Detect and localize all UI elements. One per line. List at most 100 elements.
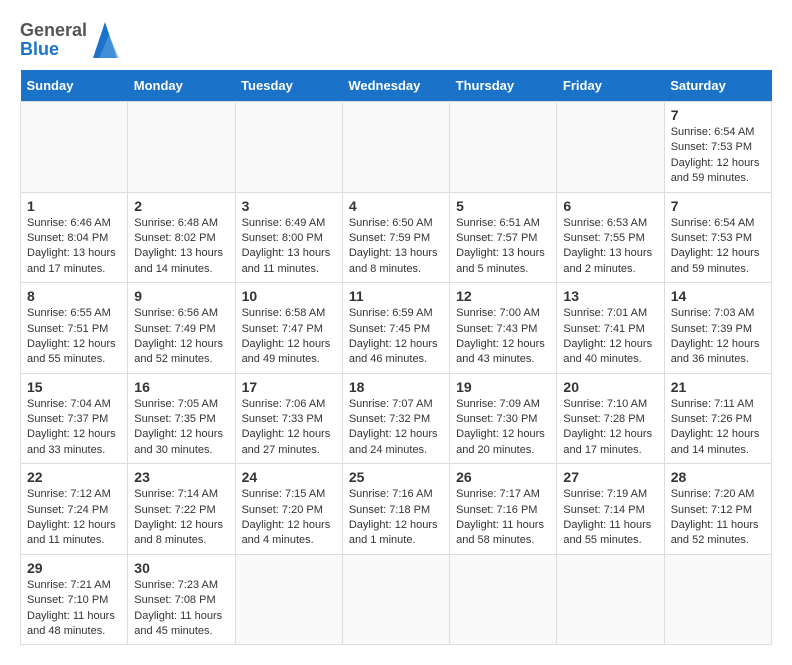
cell-text: Sunrise: 6:51 AMSunset: 7:57 PMDaylight:… xyxy=(456,217,545,275)
calendar-table: SundayMondayTuesdayWednesdayThursdayFrid… xyxy=(20,70,772,645)
cell-text: Sunrise: 7:04 AMSunset: 7:37 PMDaylight:… xyxy=(27,398,116,456)
col-header-monday: Monday xyxy=(128,70,235,102)
calendar-cell: 1 Sunrise: 6:46 AMSunset: 8:04 PMDaylight… xyxy=(21,192,128,283)
calendar-cell xyxy=(450,102,557,193)
cell-text: Sunrise: 7:23 AMSunset: 7:08 PMDaylight:… xyxy=(134,579,222,637)
day-number: 3 xyxy=(242,198,336,214)
cell-text: Sunrise: 6:58 AMSunset: 7:47 PMDaylight:… xyxy=(242,307,331,365)
logo-sail-icon xyxy=(89,20,121,60)
calendar-cell: 18Sunrise: 7:07 AMSunset: 7:32 PMDayligh… xyxy=(342,373,449,464)
day-number: 16 xyxy=(134,379,228,395)
day-number: 1 xyxy=(27,198,121,214)
cell-text: Sunrise: 7:09 AMSunset: 7:30 PMDaylight:… xyxy=(456,398,545,456)
calendar-cell: 7 Sunrise: 6:54 AMSunset: 7:53 PMDaylight… xyxy=(664,192,771,283)
day-number: 20 xyxy=(563,379,657,395)
cell-text: Sunrise: 6:54 AMSunset: 7:53 PMDaylight:… xyxy=(671,126,760,184)
calendar-cell: 17 Sunrise: 7:06 AMSunset: 7:33 PMDayligh… xyxy=(235,373,342,464)
cell-text: Sunrise: 7:10 AMSunset: 7:28 PMDaylight:… xyxy=(563,398,652,456)
calendar-cell: 9Sunrise: 6:56 AMSunset: 7:49 PMDaylight… xyxy=(128,283,235,374)
calendar-cell xyxy=(235,554,342,645)
calendar-cell: 26Sunrise: 7:17 AMSunset: 7:16 PMDayligh… xyxy=(450,464,557,555)
calendar-cell: 24Sunrise: 7:15 AMSunset: 7:20 PMDayligh… xyxy=(235,464,342,555)
day-number: 12 xyxy=(456,288,550,304)
cell-text: Sunrise: 7:07 AMSunset: 7:32 PMDaylight:… xyxy=(349,398,438,456)
cell-text: Sunrise: 6:50 AMSunset: 7:59 PMDaylight:… xyxy=(349,217,438,275)
cell-text: Sunrise: 6:49 AMSunset: 8:00 PMDaylight:… xyxy=(242,217,331,275)
calendar-cell: 14Sunrise: 7:03 AMSunset: 7:39 PMDayligh… xyxy=(664,283,771,374)
cell-text: Sunrise: 7:12 AMSunset: 7:24 PMDaylight:… xyxy=(27,488,116,546)
cell-text: Sunrise: 7:15 AMSunset: 7:20 PMDaylight:… xyxy=(242,488,331,546)
week-row-2: 1 Sunrise: 6:46 AMSunset: 8:04 PMDaylight… xyxy=(21,192,772,283)
col-header-wednesday: Wednesday xyxy=(342,70,449,102)
calendar-cell: 2 Sunrise: 6:48 AMSunset: 8:02 PMDaylight… xyxy=(128,192,235,283)
cell-text: Sunrise: 7:17 AMSunset: 7:16 PMDaylight:… xyxy=(456,488,544,546)
col-header-sunday: Sunday xyxy=(21,70,128,102)
logo-general-text: General xyxy=(20,20,87,41)
logo-blue-text: Blue xyxy=(20,39,59,60)
day-number: 11 xyxy=(349,288,443,304)
cell-text: Sunrise: 7:05 AMSunset: 7:35 PMDaylight:… xyxy=(134,398,223,456)
day-number: 15 xyxy=(27,379,121,395)
header: General Blue xyxy=(20,20,772,60)
cell-text: Sunrise: 6:48 AMSunset: 8:02 PMDaylight:… xyxy=(134,217,223,275)
day-number: 2 xyxy=(134,198,228,214)
cell-text: Sunrise: 6:53 AMSunset: 7:55 PMDaylight:… xyxy=(563,217,652,275)
calendar-cell xyxy=(342,102,449,193)
calendar-cell xyxy=(235,102,342,193)
week-row-6: 29 Sunrise: 7:21 AMSunset: 7:10 PMDayligh… xyxy=(21,554,772,645)
cell-text: Sunrise: 6:46 AMSunset: 8:04 PMDaylight:… xyxy=(27,217,116,275)
week-row-3: 8Sunrise: 6:55 AMSunset: 7:51 PMDaylight… xyxy=(21,283,772,374)
calendar-cell xyxy=(557,554,664,645)
calendar-cell: 28Sunrise: 7:20 AMSunset: 7:12 PMDayligh… xyxy=(664,464,771,555)
cell-text: Sunrise: 7:06 AMSunset: 7:33 PMDaylight:… xyxy=(242,398,331,456)
day-number: 9 xyxy=(134,288,228,304)
calendar-cell: 27 Sunrise: 7:19 AMSunset: 7:14 PMDayligh… xyxy=(557,464,664,555)
calendar-cell: 22 Sunrise: 7:12 AMSunset: 7:24 PMDayligh… xyxy=(21,464,128,555)
col-header-thursday: Thursday xyxy=(450,70,557,102)
cell-text: Sunrise: 7:01 AMSunset: 7:41 PMDaylight:… xyxy=(563,307,652,365)
day-number: 17 xyxy=(242,379,336,395)
day-number: 21 xyxy=(671,379,765,395)
day-number: 30 xyxy=(134,560,228,576)
calendar-cell xyxy=(664,554,771,645)
header-row: SundayMondayTuesdayWednesdayThursdayFrid… xyxy=(21,70,772,102)
calendar-cell xyxy=(557,102,664,193)
calendar-cell xyxy=(342,554,449,645)
calendar-cell: 13Sunrise: 7:01 AMSunset: 7:41 PMDayligh… xyxy=(557,283,664,374)
calendar-cell: 5Sunrise: 6:51 AMSunset: 7:57 PMDaylight… xyxy=(450,192,557,283)
cell-text: Sunrise: 6:55 AMSunset: 7:51 PMDaylight:… xyxy=(27,307,116,365)
calendar-cell: 30 Sunrise: 7:23 AMSunset: 7:08 PMDayligh… xyxy=(128,554,235,645)
cell-text: Sunrise: 7:19 AMSunset: 7:14 PMDaylight:… xyxy=(563,488,651,546)
cell-text: Sunrise: 7:16 AMSunset: 7:18 PMDaylight:… xyxy=(349,488,438,546)
cell-text: Sunrise: 7:21 AMSunset: 7:10 PMDaylight:… xyxy=(27,579,115,637)
day-number: 6 xyxy=(563,198,657,214)
calendar-cell xyxy=(450,554,557,645)
day-number: 29 xyxy=(27,560,121,576)
day-number: 23 xyxy=(134,469,228,485)
cell-text: Sunrise: 6:59 AMSunset: 7:45 PMDaylight:… xyxy=(349,307,438,365)
cell-text: Sunrise: 7:00 AMSunset: 7:43 PMDaylight:… xyxy=(456,307,545,365)
calendar-cell: 6 Sunrise: 6:53 AMSunset: 7:55 PMDaylight… xyxy=(557,192,664,283)
col-header-tuesday: Tuesday xyxy=(235,70,342,102)
calendar-cell: 10Sunrise: 6:58 AMSunset: 7:47 PMDayligh… xyxy=(235,283,342,374)
cell-text: Sunrise: 6:54 AMSunset: 7:53 PMDaylight:… xyxy=(671,217,760,275)
calendar-cell: 12 Sunrise: 7:00 AMSunset: 7:43 PMDayligh… xyxy=(450,283,557,374)
calendar-cell xyxy=(21,102,128,193)
calendar-cell: 20 Sunrise: 7:10 AMSunset: 7:28 PMDayligh… xyxy=(557,373,664,464)
calendar-cell: 23 Sunrise: 7:14 AMSunset: 7:22 PMDayligh… xyxy=(128,464,235,555)
day-number: 22 xyxy=(27,469,121,485)
week-row-5: 22 Sunrise: 7:12 AMSunset: 7:24 PMDayligh… xyxy=(21,464,772,555)
calendar-cell: 15 Sunrise: 7:04 AMSunset: 7:37 PMDayligh… xyxy=(21,373,128,464)
day-number: 7 xyxy=(671,198,765,214)
calendar-cell: 4Sunrise: 6:50 AMSunset: 7:59 PMDaylight… xyxy=(342,192,449,283)
cell-text: Sunrise: 7:11 AMSunset: 7:26 PMDaylight:… xyxy=(671,398,760,456)
cell-text: Sunrise: 7:20 AMSunset: 7:12 PMDaylight:… xyxy=(671,488,759,546)
week-row-1: 7 Sunrise: 6:54 AMSunset: 7:53 PMDaylight… xyxy=(21,102,772,193)
day-number: 27 xyxy=(563,469,657,485)
calendar-cell: 21 Sunrise: 7:11 AMSunset: 7:26 PMDayligh… xyxy=(664,373,771,464)
calendar-cell xyxy=(128,102,235,193)
cell-text: Sunrise: 7:03 AMSunset: 7:39 PMDaylight:… xyxy=(671,307,760,365)
day-number: 7 xyxy=(671,107,765,123)
calendar-cell: 7 Sunrise: 6:54 AMSunset: 7:53 PMDaylight… xyxy=(664,102,771,193)
cell-text: Sunrise: 7:14 AMSunset: 7:22 PMDaylight:… xyxy=(134,488,223,546)
